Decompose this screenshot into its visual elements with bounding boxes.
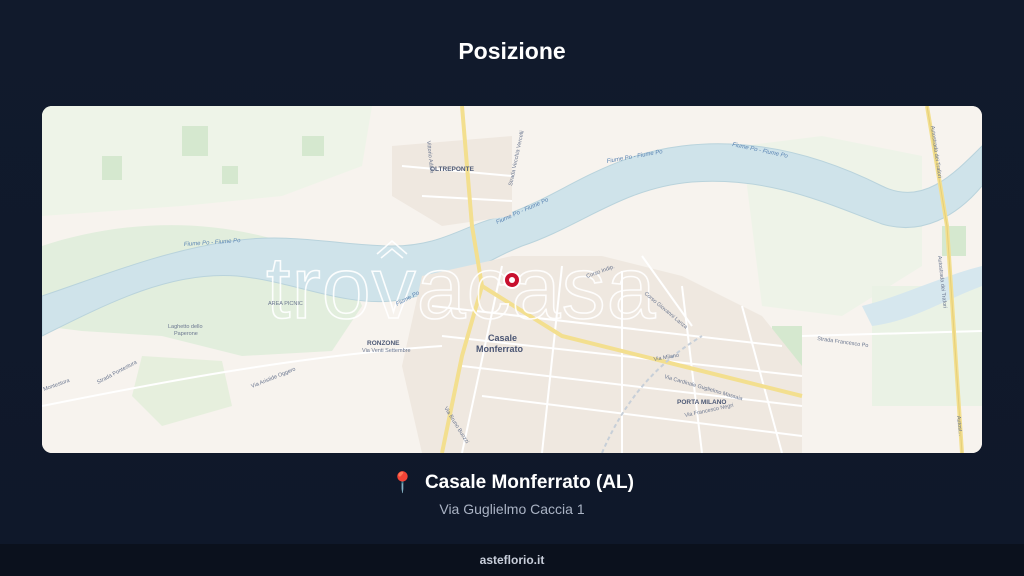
location-name: Casale Monferrato (AL): [424, 472, 634, 493]
label-laghetto-2: Paperone: [174, 331, 198, 337]
map-pin-icon: 📍: [390, 472, 415, 494]
footer: asteflorio.it: [0, 544, 1024, 576]
location-map[interactable]: trovacasa OLTREPONTE Casale Monferrato R…: [42, 106, 982, 453]
label-area-picnic: AREA PICNIC: [268, 301, 303, 307]
map-canvas[interactable]: trovacasa OLTREPONTE Casale Monferrato R…: [42, 106, 982, 453]
label-oltreponte: OLTREPONTE: [430, 166, 475, 173]
map-watermark: trovacasa: [266, 238, 657, 337]
label-via-venti-settembre: Via Venti Settembre: [362, 348, 411, 354]
footer-site-link[interactable]: asteflorio.it: [480, 553, 545, 567]
location-marker-icon[interactable]: [503, 271, 521, 289]
label-casale: Casale: [488, 333, 517, 343]
location-address: Via Guglielmo Caccia 1: [439, 501, 585, 517]
label-monferrato: Monferrato: [476, 344, 524, 354]
page-title: Posizione: [458, 38, 566, 64]
label-ronzone: RONZONE: [367, 340, 400, 347]
location-heading: 📍 Casale Monferrato (AL): [0, 472, 1024, 494]
label-laghetto-1: Laghetto dello: [168, 324, 203, 330]
